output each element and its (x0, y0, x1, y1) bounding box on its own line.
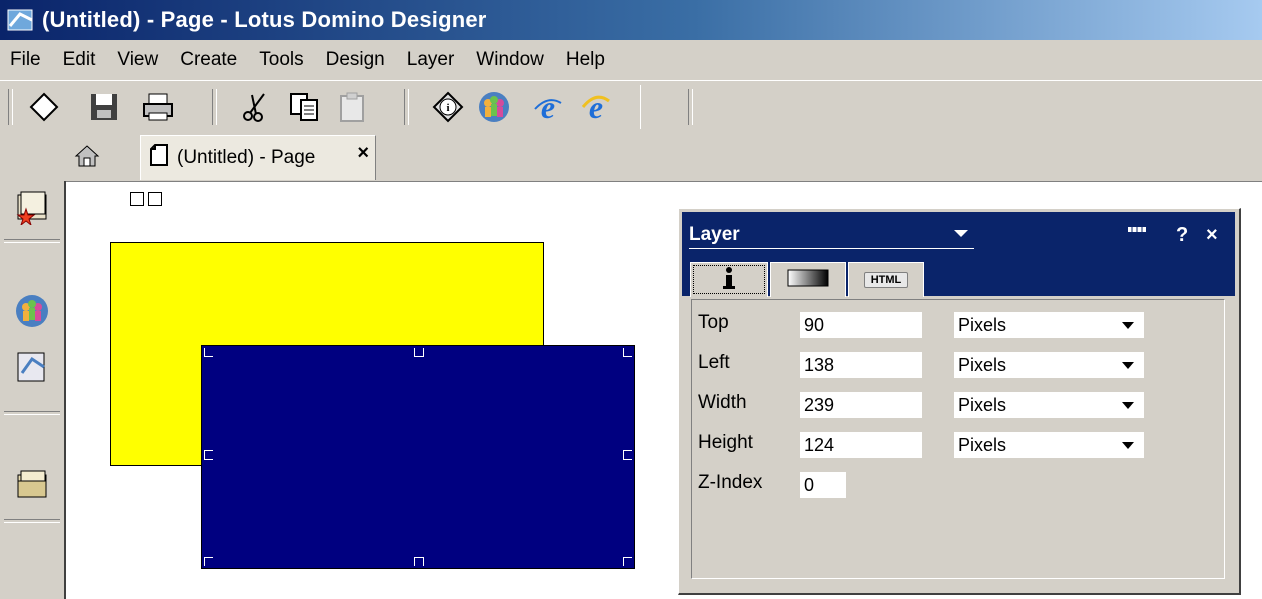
info-tab-icon (719, 266, 739, 295)
panel-type-dropdown[interactable]: Layer (689, 224, 974, 249)
field-label: Left (698, 352, 730, 373)
tab-info[interactable] (690, 262, 768, 297)
tab-untitled-page[interactable]: (Untitled) - Page × (140, 135, 376, 180)
chevron-down-icon[interactable] (1114, 434, 1142, 456)
menu-view[interactable]: View (115, 47, 160, 73)
menu-file[interactable]: File (8, 47, 43, 73)
layer-anchor-icon[interactable] (148, 192, 162, 206)
property-row-left: Left Pixels (692, 350, 1224, 380)
menu-design[interactable]: Design (324, 47, 387, 73)
toolbar-spacer (640, 85, 1261, 129)
property-row-z-index: Z-Index (692, 470, 1224, 500)
copy-icon[interactable] (284, 87, 324, 127)
resize-handle[interactable] (204, 450, 213, 460)
new-icon[interactable] (24, 87, 64, 127)
bookmark-separator (4, 519, 60, 523)
chevron-down-icon[interactable] (1114, 314, 1142, 336)
browser-preview-icon[interactable]: e (528, 87, 568, 127)
resize-handle[interactable] (414, 348, 424, 357)
panel-header: Layer ? × HTML (682, 212, 1235, 297)
tab-label: (Untitled) - Page (177, 147, 316, 168)
blue-layer-selected[interactable] (201, 345, 635, 569)
top-input[interactable] (800, 312, 922, 338)
z-index-input[interactable] (800, 472, 846, 498)
bookmark-separator (4, 411, 60, 415)
svg-text:e: e (541, 91, 555, 123)
toolbar: i e e (0, 80, 1262, 134)
tab-html[interactable]: HTML (848, 262, 924, 297)
field-label: Height (698, 432, 753, 453)
tab-background[interactable] (770, 262, 846, 297)
tab-close-button[interactable]: × (357, 142, 369, 165)
html-tab-label: HTML (863, 272, 909, 288)
background-tab-icon (787, 269, 829, 292)
resize-handle[interactable] (623, 557, 632, 566)
resize-handle[interactable] (623, 348, 632, 357)
menu-help[interactable]: Help (564, 47, 607, 73)
cut-icon[interactable] (236, 87, 276, 127)
field-label: Width (698, 392, 747, 413)
panel-body: Top Pixels Left Pixels Width Pixels Heig… (691, 299, 1225, 579)
help-icon[interactable]: ? (1176, 224, 1188, 247)
menu-create[interactable]: Create (178, 47, 239, 73)
width-input[interactable] (800, 392, 922, 418)
bookmark-bar (0, 181, 66, 599)
field-label: Z-Index (698, 472, 763, 493)
layer-anchor-icon[interactable] (130, 192, 144, 206)
toolbar-separator (212, 89, 217, 125)
address-book-icon[interactable] (12, 291, 52, 331)
field-label: Top (698, 312, 729, 333)
resize-handle[interactable] (414, 557, 424, 566)
toolbar-separator (688, 89, 693, 125)
paste-icon[interactable] (332, 87, 372, 127)
close-icon[interactable]: × (1206, 224, 1218, 247)
chevron-down-icon[interactable] (1114, 394, 1142, 416)
info-icon[interactable]: i (428, 87, 468, 127)
layer-properties-panel: Layer ? × HTML Top Pixels L (678, 208, 1241, 595)
toolbar-separator (8, 89, 13, 125)
property-row-height: Height Pixels (692, 430, 1224, 460)
chevron-down-icon (954, 230, 968, 237)
resize-handle[interactable] (204, 348, 213, 357)
chevron-down-icon[interactable] (1114, 354, 1142, 376)
resize-handle[interactable] (623, 450, 632, 460)
panel-title: Layer (689, 224, 740, 245)
menu-edit[interactable]: Edit (61, 47, 98, 73)
designer-icon[interactable] (12, 347, 52, 387)
save-icon[interactable] (84, 87, 124, 127)
window-title: (Untitled) - Page - Lotus Domino Designe… (42, 7, 487, 32)
menu-window[interactable]: Window (474, 47, 546, 73)
page-icon (149, 143, 169, 173)
app-icon (2, 4, 40, 36)
home-icon[interactable] (72, 141, 102, 171)
svg-text:i: i (446, 102, 449, 114)
resize-handle[interactable] (204, 557, 213, 566)
favorites-icon[interactable] (12, 187, 52, 227)
bookmark-separator (4, 239, 60, 243)
property-row-width: Width Pixels (692, 390, 1224, 420)
print-icon[interactable] (138, 87, 178, 127)
left-input[interactable] (800, 352, 922, 378)
folder-icon[interactable] (12, 465, 52, 505)
menu-layer[interactable]: Layer (405, 47, 457, 73)
menu-tools[interactable]: Tools (257, 47, 305, 73)
people-icon[interactable] (474, 87, 514, 127)
property-row-top: Top Pixels (692, 310, 1224, 340)
ie-icon[interactable]: e (576, 87, 616, 127)
title-bar: (Untitled) - Page - Lotus Domino Designe… (0, 0, 1262, 40)
menu-bar: File Edit View Create Tools Design Layer… (0, 40, 1262, 80)
toolbar-separator (404, 89, 409, 125)
height-input[interactable] (800, 432, 922, 458)
collapse-icon[interactable] (1126, 220, 1148, 243)
window-tabs: (Untitled) - Page × (0, 133, 1262, 182)
